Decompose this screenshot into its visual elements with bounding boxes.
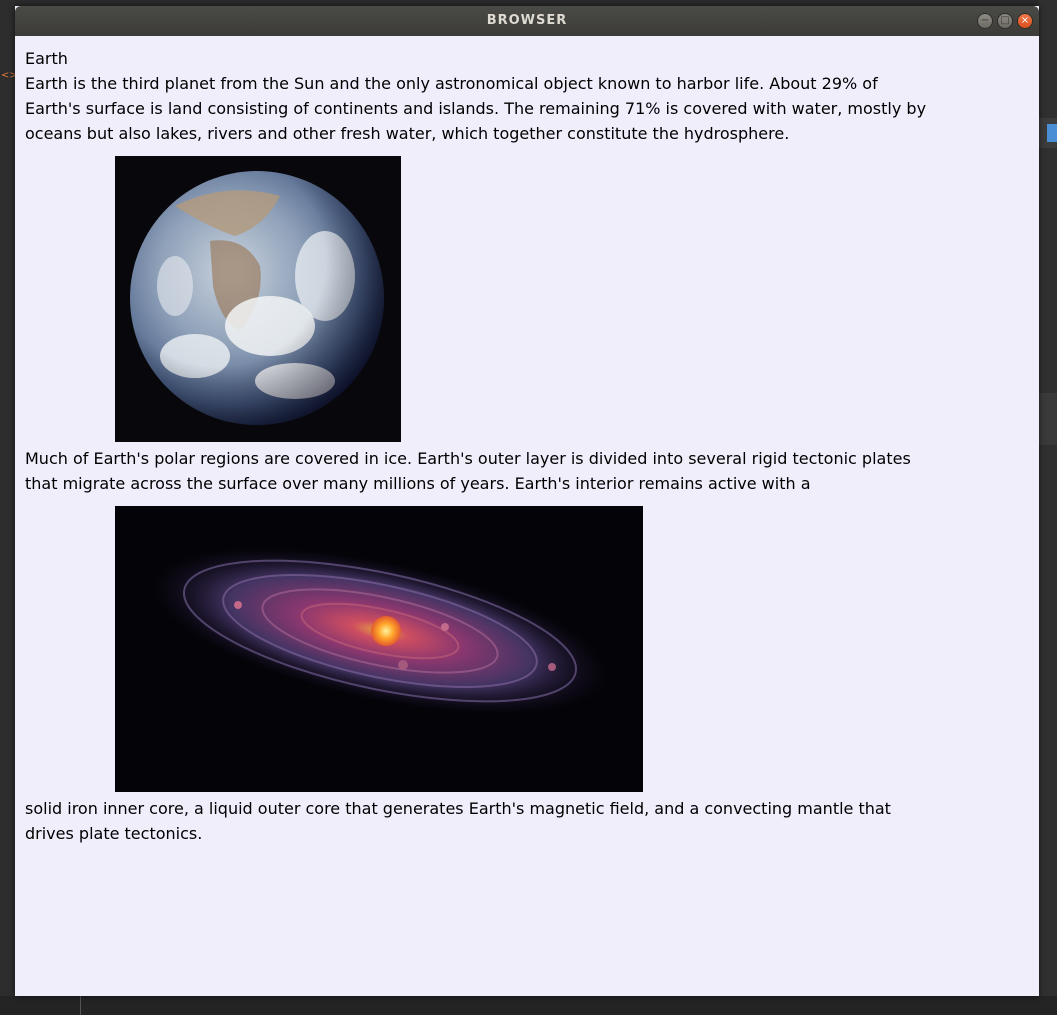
minimize-button[interactable]: −: [977, 13, 993, 29]
background-panel-band: [1039, 393, 1057, 445]
background-gutter-line: [80, 996, 81, 1015]
paragraph-core: solid iron inner core, a liquid outer co…: [25, 799, 891, 843]
background-editor-left: <>: [0, 0, 18, 1015]
protoplanetary-disk-illustration-icon: [115, 506, 643, 792]
paragraph-polar: Much of Earth's polar regions are covere…: [25, 449, 911, 493]
background-chip: [1047, 124, 1057, 142]
solar-system-image: [115, 506, 643, 792]
title-bar[interactable]: BROWSER − □ ×: [15, 6, 1039, 36]
background-editor-bottom: [0, 996, 1057, 1015]
close-button[interactable]: ×: [1017, 13, 1033, 29]
browser-window: BROWSER − □ × Earth Earth is the third p…: [15, 6, 1039, 996]
page-content: Earth Earth is the third planet from the…: [15, 36, 1039, 996]
earth-photo-icon: [115, 156, 401, 442]
earth-image: [115, 156, 401, 442]
paragraph-intro: Earth is the third planet from the Sun a…: [25, 74, 927, 143]
page-heading: Earth: [25, 49, 68, 68]
maximize-button[interactable]: □: [997, 13, 1013, 29]
background-editor-right: [1039, 0, 1057, 1015]
window-title: BROWSER: [486, 13, 568, 28]
